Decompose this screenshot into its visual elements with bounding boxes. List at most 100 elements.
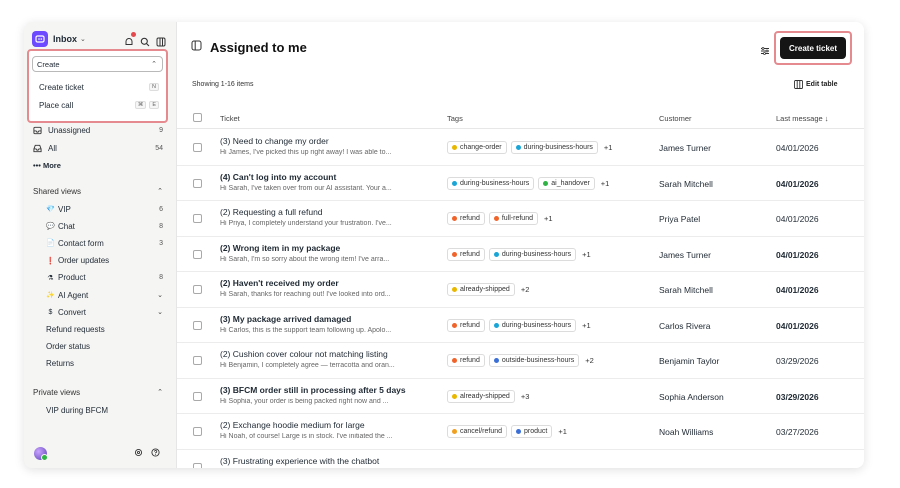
- row-checkbox[interactable]: [193, 320, 202, 330]
- row-checkbox[interactable]: [193, 391, 202, 401]
- table-row[interactable]: (3) Need to change my order Hi James, I'v…: [177, 130, 864, 166]
- tag-chip[interactable]: refund: [447, 212, 485, 225]
- table-row[interactable]: (2) Wrong item in my package Hi Sarah, I'…: [177, 237, 864, 272]
- tag-chip[interactable]: during-business-hours: [488, 318, 577, 332]
- notifications-icon[interactable]: [124, 32, 136, 45]
- ticket-subject[interactable]: (3) Frustrating experience with the chat…: [220, 456, 379, 466]
- inbox-label[interactable]: Inbox: [53, 34, 77, 44]
- tag-chip[interactable]: product: [511, 425, 553, 438]
- create-select[interactable]: Create ⌃: [32, 56, 163, 72]
- chevron-up-icon[interactable]: ⌃: [157, 388, 163, 396]
- sidebar-item-vip-during-bfcm[interactable]: VIP during BFCM: [46, 403, 163, 417]
- table-row[interactable]: (2) Haven't received my order Hi Sarah, t…: [177, 272, 864, 308]
- customer-name[interactable]: Sarah Mitchell: [659, 179, 713, 189]
- layout-icon[interactable]: [156, 34, 166, 47]
- more-tags-count[interactable]: +1: [601, 179, 610, 188]
- row-checkbox[interactable]: [193, 285, 202, 294]
- more-tags-count[interactable]: +2: [585, 356, 594, 365]
- select-all-checkbox[interactable]: [193, 113, 202, 122]
- row-checkbox[interactable]: [193, 462, 202, 468]
- sidebar-more-button[interactable]: ••• More: [33, 158, 163, 172]
- tag-chip[interactable]: during-business-hours: [488, 247, 577, 261]
- create-ticket-button[interactable]: Create ticket: [780, 37, 846, 59]
- sidebar-item-product[interactable]: ⚗ Product 8: [46, 271, 163, 285]
- ticket-subject[interactable]: (4) Can't log into my account: [220, 172, 336, 182]
- tag-chip[interactable]: during-business-hours: [510, 141, 598, 154]
- ticket-subject[interactable]: (3) Need to change my order: [220, 136, 329, 146]
- tag-chip[interactable]: refund: [447, 354, 485, 367]
- ticket-subject[interactable]: (2) Wrong item in my package: [220, 243, 340, 253]
- more-tags-count[interactable]: +1: [582, 321, 591, 330]
- sidebar-item-returns[interactable]: Returns: [46, 357, 163, 371]
- more-tags-count[interactable]: +1: [582, 250, 591, 259]
- more-tags-count[interactable]: +1: [604, 143, 613, 152]
- tag-chip[interactable]: cancel/refund: [447, 425, 508, 438]
- row-checkbox[interactable]: [193, 249, 202, 259]
- inbox-logo-icon[interactable]: [32, 31, 48, 47]
- tag-chip[interactable]: full-refund: [488, 212, 538, 225]
- customer-name[interactable]: James Turner: [659, 250, 711, 260]
- customer-name[interactable]: Noah Williams: [659, 427, 713, 437]
- sidebar-item-ai-agent[interactable]: ✨ AI Agent ⌄: [46, 288, 163, 302]
- table-row[interactable]: (2) Cushion cover colour not matching li…: [177, 343, 864, 379]
- table-row[interactable]: (3) BFCM order still in processing after…: [177, 379, 864, 414]
- ticket-subject[interactable]: (2) Cushion cover colour not matching li…: [220, 349, 388, 359]
- row-checkbox[interactable]: [193, 214, 202, 223]
- sidebar-item-unassigned[interactable]: Unassigned 9: [33, 123, 163, 137]
- ticket-subject[interactable]: (3) My package arrived damaged: [220, 314, 351, 324]
- sidebar-item-all[interactable]: All 54: [33, 141, 163, 155]
- customer-name[interactable]: Sophia Anderson: [659, 392, 724, 402]
- tag-chip[interactable]: change-order: [447, 141, 507, 154]
- row-checkbox[interactable]: [193, 178, 202, 188]
- chevron-up-icon[interactable]: ⌃: [157, 187, 163, 195]
- private-views-header[interactable]: Private views ⌃: [33, 385, 163, 399]
- search-icon[interactable]: [140, 34, 150, 47]
- sidebar-item-order-updates[interactable]: ❗ Order updates: [46, 254, 163, 268]
- sidebar-item-refund-requests[interactable]: Refund requests: [46, 322, 163, 336]
- toggle-sidebar-icon[interactable]: [191, 38, 202, 56]
- menu-item-place-call[interactable]: Place call ⌘ E: [39, 98, 159, 112]
- help-icon[interactable]: [151, 444, 160, 462]
- row-checkbox[interactable]: [193, 356, 202, 365]
- customer-name[interactable]: Priya Patel: [659, 214, 700, 224]
- ticket-subject[interactable]: (3) BFCM order still in processing after…: [220, 385, 406, 395]
- table-row[interactable]: (4) Can't log into my account Hi Sarah, I…: [177, 166, 864, 201]
- customer-name[interactable]: Sarah Mitchell: [659, 285, 713, 295]
- more-tags-count[interactable]: +2: [521, 285, 530, 294]
- tag-chip[interactable]: outside-business-hours: [488, 354, 580, 367]
- tag-chip[interactable]: ai_handover: [538, 176, 595, 190]
- table-row[interactable]: (3) Frustrating experience with the chat…: [177, 450, 864, 468]
- column-header-last-message[interactable]: Last message ↓: [776, 114, 829, 123]
- table-row[interactable]: (2) Requesting a full refund Hi Priya, I …: [177, 201, 864, 237]
- shared-views-header[interactable]: Shared views ⌃: [33, 184, 163, 198]
- customer-name[interactable]: James Turner: [659, 143, 711, 153]
- column-header-tags[interactable]: Tags: [447, 114, 463, 123]
- ticket-subject[interactable]: (2) Exchange hoodie medium for large: [220, 420, 365, 430]
- column-header-ticket[interactable]: Ticket: [220, 114, 240, 123]
- sidebar-item-vip[interactable]: 💎 VIP 6: [46, 202, 163, 216]
- more-tags-count[interactable]: +3: [521, 392, 530, 401]
- table-row[interactable]: (2) Exchange hoodie medium for large Hi N…: [177, 414, 864, 450]
- sidebar-item-convert[interactable]: $ Convert ⌄: [46, 305, 163, 319]
- customer-name[interactable]: Carlos Rivera: [659, 321, 711, 331]
- tag-chip[interactable]: during-business-hours: [447, 176, 535, 190]
- edit-table-button[interactable]: Edit table: [794, 80, 838, 89]
- customer-name[interactable]: Benjamin Taylor: [659, 356, 719, 366]
- row-checkbox[interactable]: [193, 427, 202, 436]
- tag-chip[interactable]: already-shipped: [447, 283, 515, 296]
- tag-chip[interactable]: already-shipped: [447, 389, 515, 403]
- ticket-subject[interactable]: (2) Requesting a full refund: [220, 207, 323, 217]
- row-checkbox[interactable]: [193, 143, 202, 152]
- column-header-customer[interactable]: Customer: [659, 114, 692, 123]
- ticket-subject[interactable]: (2) Haven't received my order: [220, 278, 339, 288]
- sidebar-item-order-status[interactable]: Order status: [46, 340, 163, 354]
- table-row[interactable]: (3) My package arrived damaged Hi Carlos,…: [177, 308, 864, 343]
- more-tags-count[interactable]: +1: [558, 427, 567, 436]
- settings-icon[interactable]: [134, 444, 143, 462]
- sidebar-item-contact-form[interactable]: 📄 Contact form 3: [46, 236, 163, 250]
- avatar[interactable]: [34, 446, 48, 461]
- menu-item-create-ticket[interactable]: Create ticket N: [39, 80, 159, 94]
- filter-icon[interactable]: [760, 43, 770, 61]
- more-tags-count[interactable]: +1: [544, 214, 553, 223]
- tag-chip[interactable]: refund: [447, 247, 485, 261]
